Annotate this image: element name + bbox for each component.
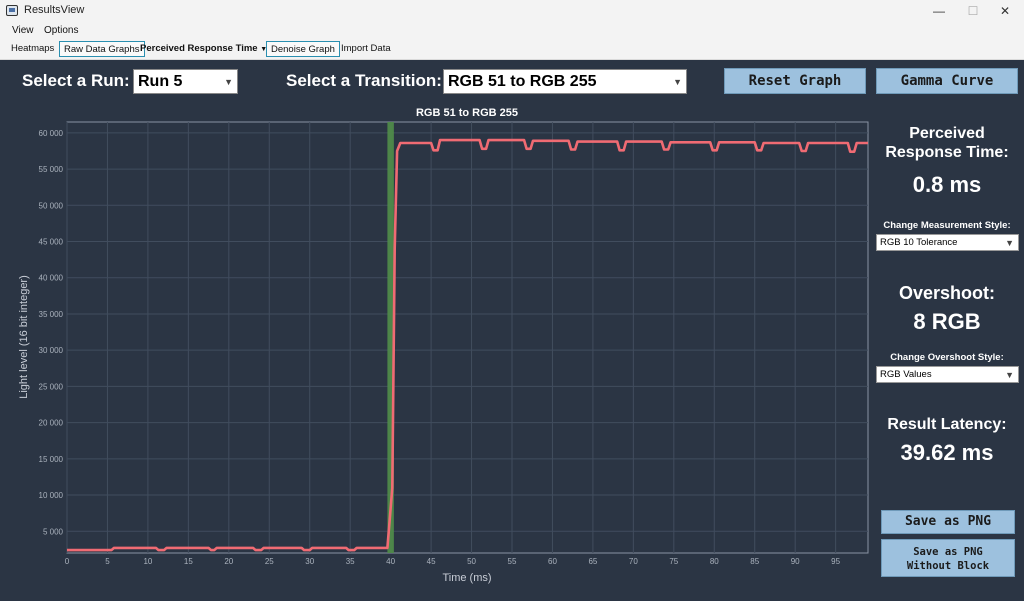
y-tick-label: 30 000 bbox=[39, 346, 64, 355]
perceived-response-time-dropdown[interactable]: Perceived Response Time ▼ bbox=[136, 41, 271, 57]
window-title: ResultsView bbox=[24, 4, 85, 16]
y-axis-label: Light level (16 bit integer) bbox=[18, 275, 30, 399]
denoise-graph-button[interactable]: Denoise Graph bbox=[266, 41, 340, 57]
x-tick-label: 90 bbox=[791, 557, 800, 566]
save-png-button[interactable]: Save as PNG bbox=[881, 510, 1015, 534]
perceived-title-line1: Perceived bbox=[909, 125, 985, 142]
latency-title: Result Latency: bbox=[887, 416, 1007, 433]
overshoot-title: Overshoot: bbox=[898, 283, 995, 303]
x-tick-label: 55 bbox=[508, 557, 517, 566]
app-icon bbox=[6, 5, 18, 16]
x-tick-label: 15 bbox=[184, 557, 193, 566]
x-tick-label: 60 bbox=[548, 557, 557, 566]
minimize-button[interactable]: — bbox=[922, 0, 956, 22]
y-tick-label: 25 000 bbox=[39, 382, 64, 391]
chart-title: RGB 51 to RGB 255 bbox=[416, 107, 518, 119]
x-tick-label: 0 bbox=[65, 557, 70, 566]
maximize-button[interactable]: ☐ bbox=[956, 0, 990, 22]
x-tick-label: 10 bbox=[143, 557, 152, 566]
y-tick-label: 55 000 bbox=[39, 165, 64, 174]
save-png-no-block-line2: Without Block bbox=[906, 560, 990, 572]
x-tick-label: 95 bbox=[831, 557, 840, 566]
title-bar: ResultsView — ☐ ✕ bbox=[0, 0, 1024, 22]
y-tick-label: 45 000 bbox=[39, 238, 64, 247]
x-tick-label: 30 bbox=[305, 557, 314, 566]
y-tick-label: 15 000 bbox=[39, 455, 64, 464]
perceived-response-value: 0.8 ms bbox=[912, 172, 982, 197]
x-tick-label: 40 bbox=[386, 557, 395, 566]
overshoot-value: 8 RGB bbox=[913, 309, 981, 334]
x-tick-label: 50 bbox=[467, 557, 476, 566]
change-measurement-label: Change Measurement Style: bbox=[883, 220, 1011, 231]
x-tick-label: 25 bbox=[265, 557, 274, 566]
x-tick-label: 20 bbox=[224, 557, 233, 566]
menu-bar: View Options bbox=[0, 22, 1024, 40]
x-tick-label: 65 bbox=[588, 557, 597, 566]
y-tick-label: 60 000 bbox=[39, 129, 64, 138]
x-tick-label: 70 bbox=[629, 557, 638, 566]
save-png-no-block-line1: Save as PNG bbox=[913, 546, 983, 558]
toolbar: Heatmaps Raw Data Graphs Perceived Respo… bbox=[0, 40, 1024, 60]
y-tick-label: 35 000 bbox=[39, 310, 64, 319]
chevron-down-icon: ▼ bbox=[1005, 369, 1014, 380]
x-tick-label: 85 bbox=[750, 557, 759, 566]
x-tick-label: 5 bbox=[105, 557, 110, 566]
x-tick-label: 45 bbox=[427, 557, 436, 566]
import-data-button[interactable]: Import Data bbox=[337, 41, 395, 57]
chevron-down-icon: ▼ bbox=[1005, 237, 1014, 248]
y-tick-label: 10 000 bbox=[39, 491, 64, 500]
perceived-title-line2: Response Time: bbox=[885, 144, 1009, 161]
measurement-style-value: RGB 10 Tolerance bbox=[880, 237, 958, 248]
y-tick-label: 50 000 bbox=[39, 201, 64, 210]
y-tick-label: 20 000 bbox=[39, 419, 64, 428]
y-tick-label: 5 000 bbox=[43, 527, 64, 536]
x-tick-label: 80 bbox=[710, 557, 719, 566]
x-axis-label: Time (ms) bbox=[442, 572, 491, 584]
gamma-curve-button[interactable]: Gamma Curve bbox=[876, 68, 1018, 94]
menu-options[interactable]: Options bbox=[44, 25, 78, 36]
chart[interactable]: RGB 51 to RGB 255 0 5 10 15 20 25 30 35 40 45 50 55… bbox=[0, 60, 870, 601]
latency-value: 39.62 ms bbox=[900, 440, 994, 465]
menu-view[interactable]: View bbox=[12, 25, 34, 36]
x-tick-label: 35 bbox=[346, 557, 355, 566]
overshoot-style-select[interactable]: RGB Values ▼ bbox=[876, 366, 1019, 383]
heatmaps-button[interactable]: Heatmaps bbox=[7, 41, 58, 57]
raw-data-graphs-button[interactable]: Raw Data Graphs bbox=[59, 41, 145, 57]
plot-area bbox=[66, 121, 869, 554]
save-png-without-block-button[interactable]: Save as PNG Without Block bbox=[881, 539, 1015, 577]
y-tick-label: 40 000 bbox=[39, 274, 64, 283]
close-button[interactable]: ✕ bbox=[988, 0, 1022, 22]
change-overshoot-label: Change Overshoot Style: bbox=[890, 352, 1004, 363]
measurement-style-select[interactable]: RGB 10 Tolerance ▼ bbox=[876, 234, 1019, 251]
x-tick-label: 75 bbox=[669, 557, 678, 566]
perceived-response-time-label: Perceived Response Time bbox=[140, 43, 258, 54]
overshoot-style-value: RGB Values bbox=[880, 369, 932, 380]
